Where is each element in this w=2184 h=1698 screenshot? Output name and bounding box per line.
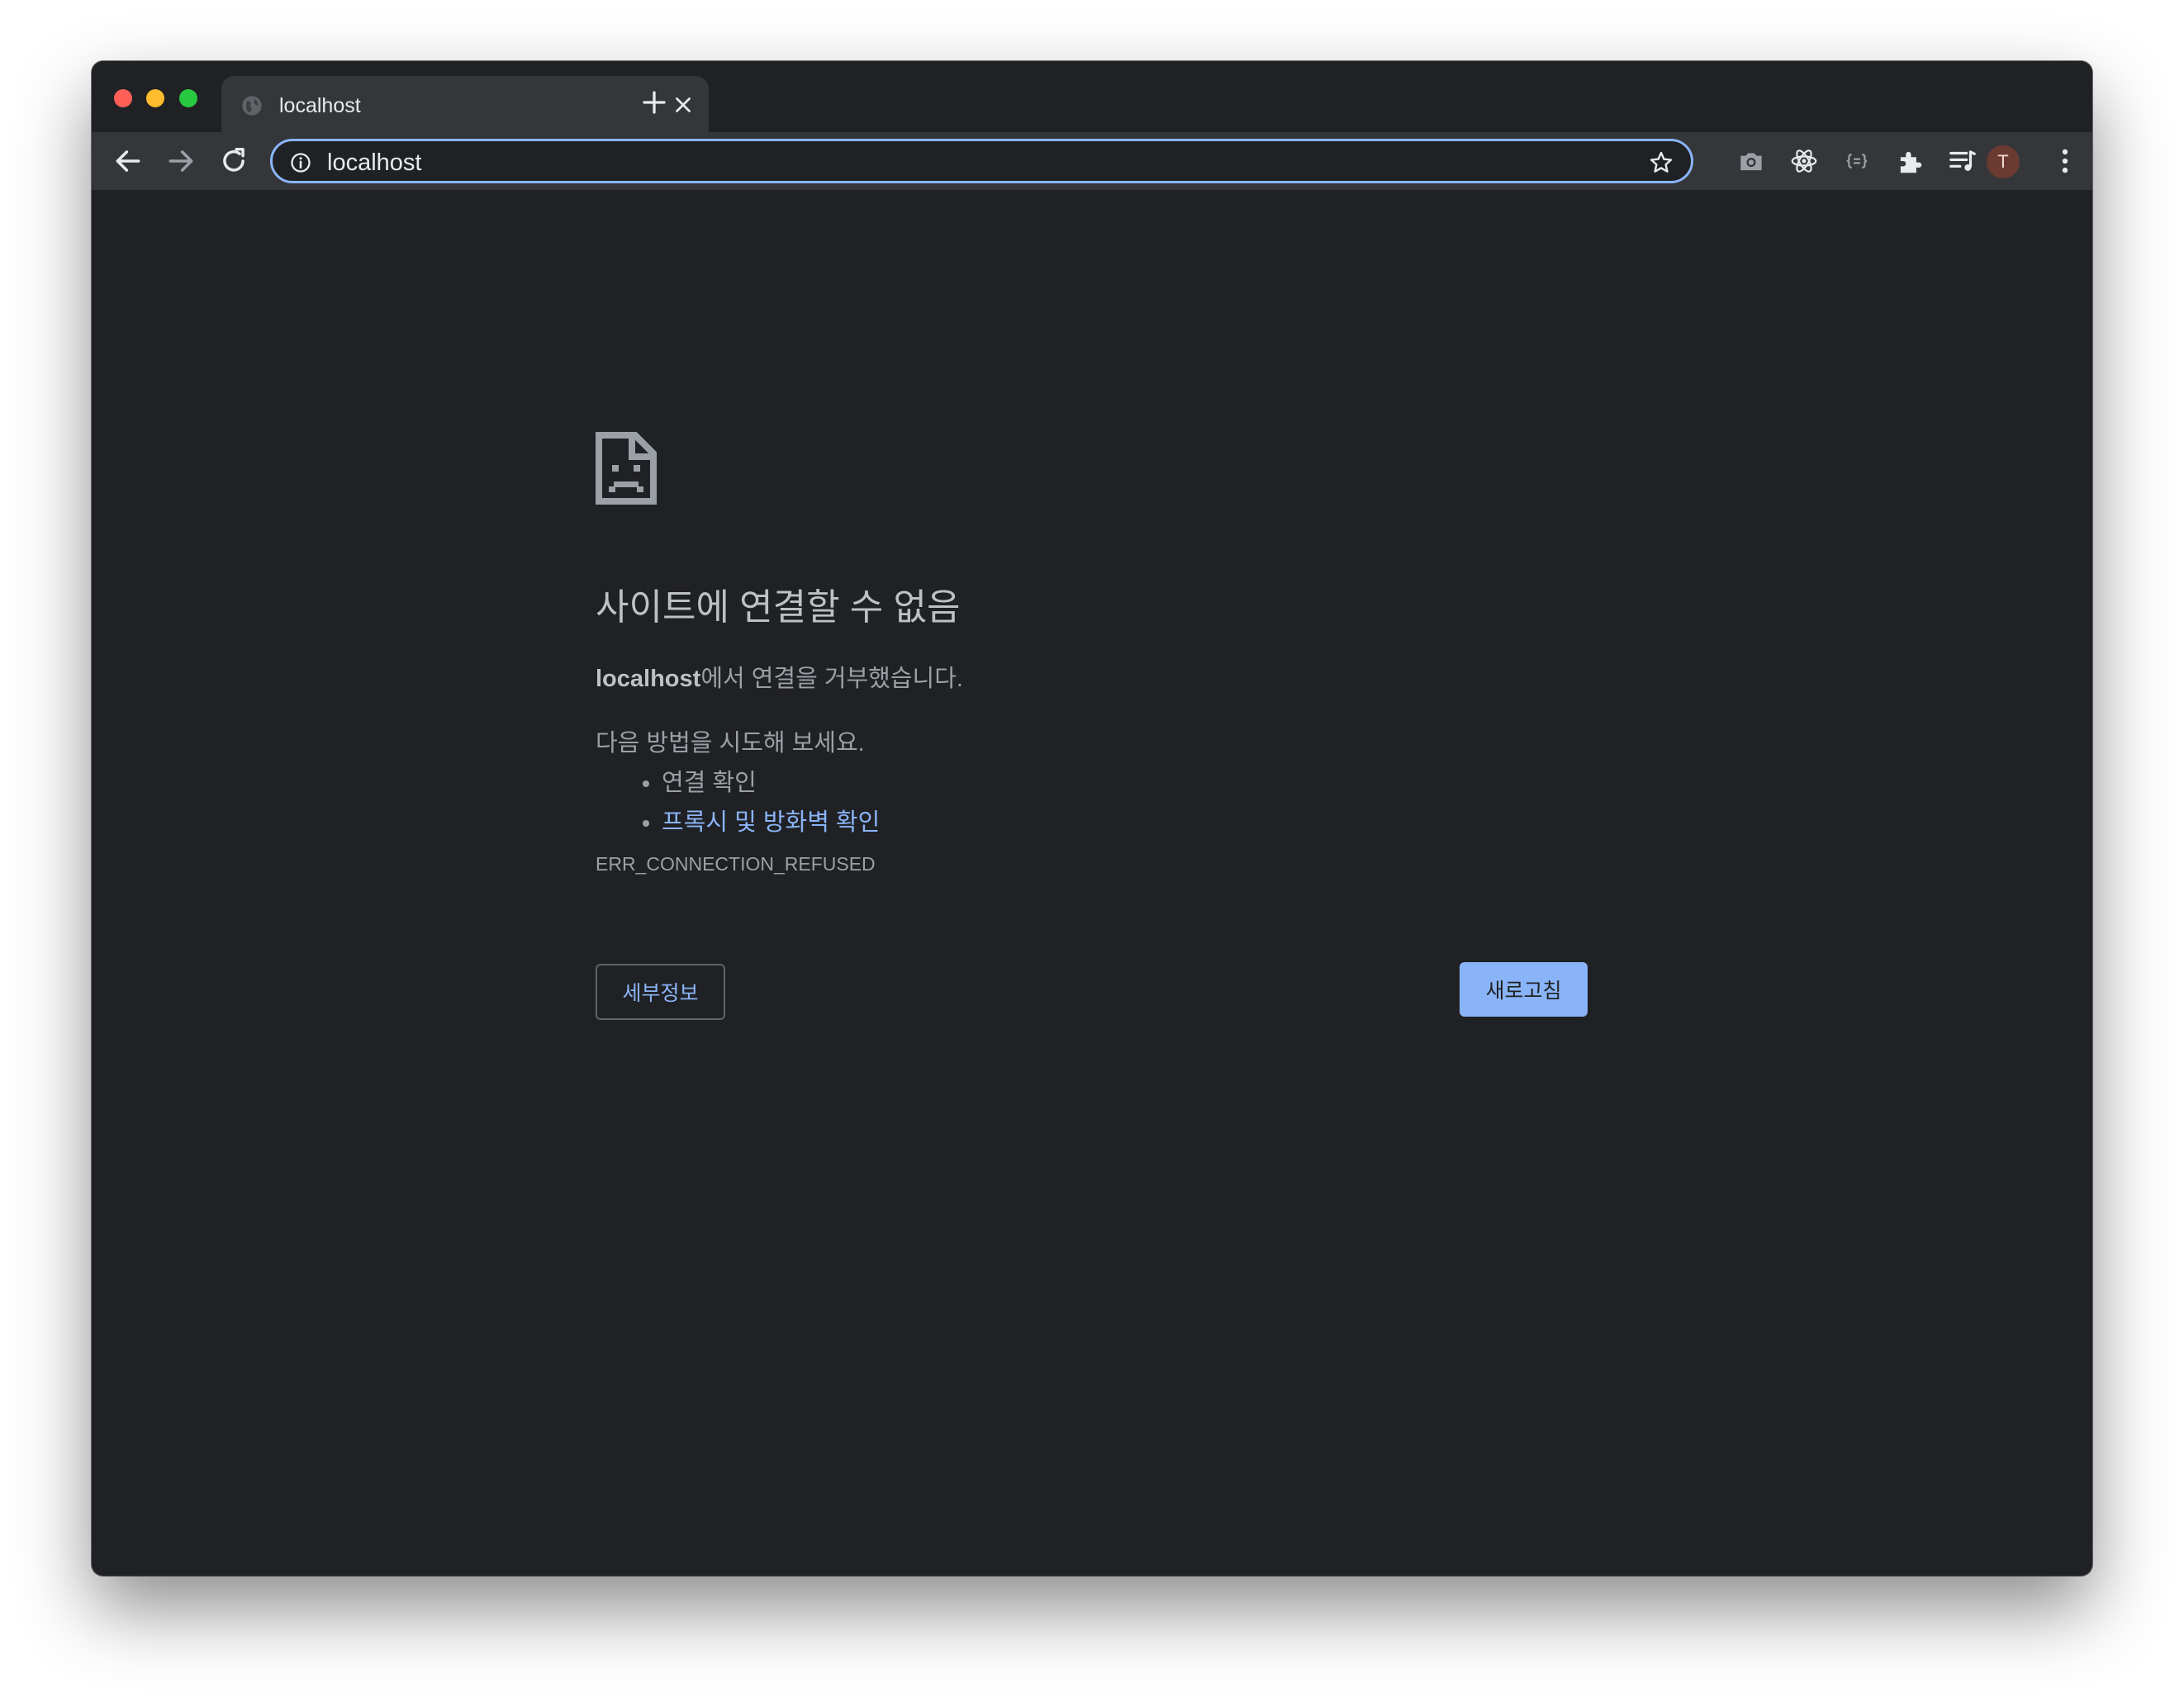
check-proxy-firewall-link[interactable]: 프록시 및 방화벽 확인 <box>662 809 880 836</box>
back-icon[interactable] <box>112 145 144 177</box>
try-suggestions-label: 다음 방법을 시도해 보세요. <box>596 730 865 757</box>
error-page: 사이트에 연결할 수 없음 localhost에서 연결을 거부했습니다. 다음… <box>92 190 2092 1576</box>
new-tab-icon[interactable] <box>639 88 669 117</box>
toolbar: localhost T <box>92 132 2092 190</box>
reload-icon[interactable] <box>218 145 249 177</box>
error-heading: 사이트에 연결할 수 없음 <box>596 587 961 628</box>
close-window-button[interactable] <box>114 89 132 107</box>
minimize-window-button[interactable] <box>146 89 164 107</box>
tab-strip: localhost <box>92 61 2092 134</box>
tab-title: localhost <box>279 94 361 117</box>
address-bar[interactable]: localhost <box>270 139 1693 183</box>
info-icon[interactable] <box>289 151 312 174</box>
extensions-icon[interactable] <box>1894 145 1925 177</box>
suggestion-check-proxy: 프록시 및 방화벽 확인 <box>662 803 880 842</box>
profile-avatar[interactable]: T <box>1987 145 2020 178</box>
star-icon[interactable] <box>1648 149 1674 176</box>
json-icon[interactable] <box>1841 145 1873 177</box>
forward-icon[interactable] <box>165 145 197 177</box>
globe-icon <box>242 96 262 116</box>
error-host: localhost <box>596 666 701 692</box>
suggestion-list: 연결 확인 프록시 및 방화벽 확인 <box>596 763 880 842</box>
menu-icon[interactable] <box>2049 145 2081 177</box>
error-summary-text: 에서 연결을 거부했습니다. <box>700 666 963 692</box>
tab-localhost[interactable]: localhost <box>221 76 709 134</box>
zoom-window-button[interactable] <box>179 89 197 107</box>
url-text[interactable]: localhost <box>327 149 421 176</box>
suggestion-check-connection: 연결 확인 <box>662 763 880 803</box>
reload-button[interactable]: 새로고침 <box>1460 962 1588 1017</box>
react-icon[interactable] <box>1788 145 1820 177</box>
sad-document-icon <box>596 432 657 505</box>
details-button[interactable]: 세부정보 <box>596 964 725 1020</box>
close-tab-icon[interactable] <box>671 92 696 117</box>
browser-window: localhost localhost T 사이트에 연결할 수 없음 loca… <box>92 61 2092 1576</box>
camera-icon[interactable] <box>1735 145 1767 177</box>
error-summary: localhost에서 연결을 거부했습니다. <box>596 662 963 695</box>
reading-list-icon[interactable] <box>1947 145 1978 177</box>
error-code: ERR_CONNECTION_REFUSED <box>596 853 876 875</box>
